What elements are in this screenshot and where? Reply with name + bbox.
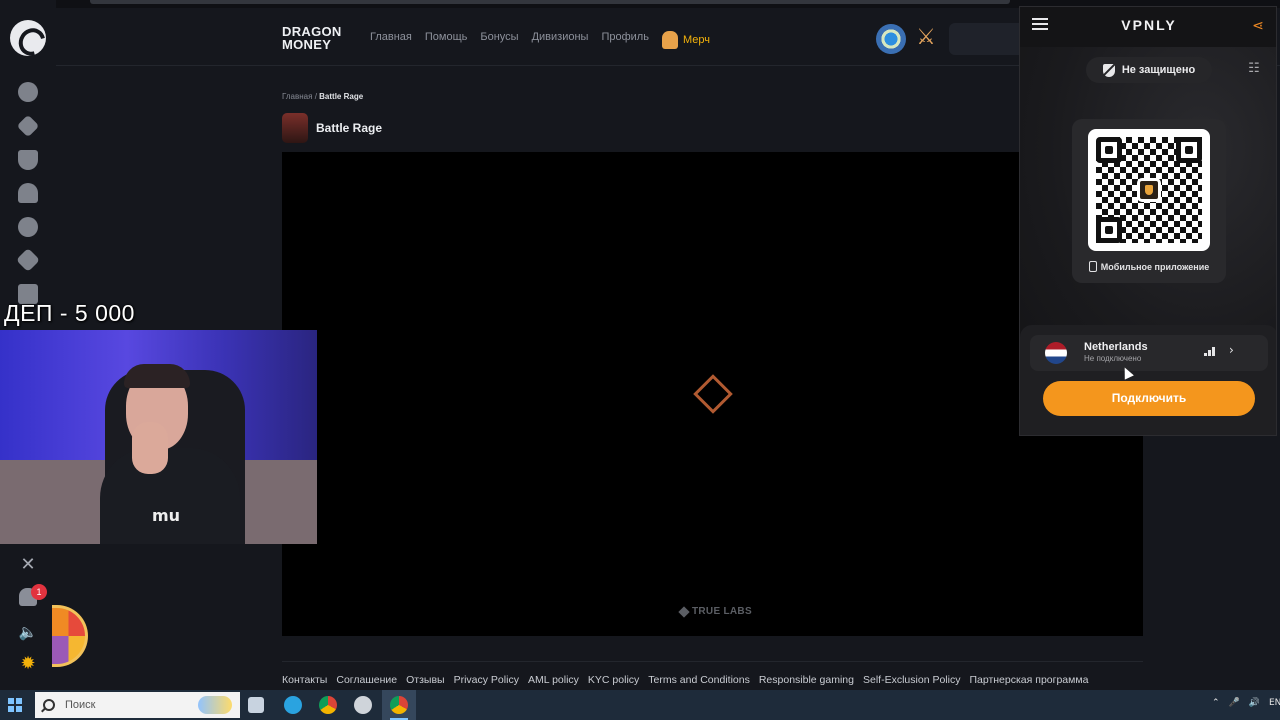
x-social-icon[interactable]: ✕ <box>18 555 38 575</box>
footer-link-partner[interactable]: Партнерская программа <box>969 674 1088 686</box>
system-tray: ⌃ 🎤 🔊 ENG <box>1212 698 1280 708</box>
header-balance-box[interactable] <box>949 23 1029 55</box>
smile-icon[interactable] <box>18 82 38 102</box>
footer-link-responsible[interactable]: Responsible gaming <box>759 674 854 686</box>
vpn-status-text: Не защищено <box>1121 64 1196 76</box>
game-header: Battle Rage <box>282 113 382 143</box>
screen: ✕ 1 🔈 ✹ DRAGON MONEY Главная Помощь Бону… <box>0 0 1280 720</box>
search-icon <box>43 699 55 711</box>
country-name: Netherlands <box>1084 341 1148 353</box>
nav-divisions[interactable]: Дивизионы <box>532 31 589 49</box>
rocket-icon[interactable] <box>15 247 41 273</box>
qr-finder-top-right <box>1176 137 1202 163</box>
lightning-level-icon[interactable] <box>876 24 906 54</box>
nav-bonuses[interactable]: Бонусы <box>480 31 518 49</box>
footer-link-privacy[interactable]: Privacy Policy <box>454 674 519 686</box>
phone-icon <box>1088 261 1097 272</box>
nav-home[interactable]: Главная <box>370 31 412 49</box>
provider-logo: TRUE LABS <box>678 605 752 618</box>
nav-help[interactable]: Помощь <box>425 31 468 49</box>
footer-link-reviews[interactable]: Отзывы <box>406 674 444 686</box>
netherlands-flag-icon <box>1045 342 1067 364</box>
game-frame[interactable]: TRUE LABS <box>282 152 1143 636</box>
breadcrumb: Главная / Battle Rage <box>282 92 363 101</box>
footer-link-terms[interactable]: Terms and Conditions <box>648 674 750 686</box>
speaker-icon[interactable]: 🔈 <box>18 622 38 642</box>
sun-icon[interactable]: ✹ <box>18 654 38 674</box>
deposit-overlay-label: ДЕП - 5 000 <box>4 300 135 326</box>
chevron-right-icon[interactable]: › <box>1229 343 1234 357</box>
vpn-extension-popup: VPNLY ⋖ Не защищено ☷ Мобильное приложен… <box>1019 6 1277 436</box>
volume-icon[interactable]: 🔊 <box>1249 698 1260 708</box>
qr-center-logo-icon <box>1137 178 1161 202</box>
notification-badge: 1 <box>31 584 47 600</box>
person-icon[interactable] <box>18 183 38 203</box>
brand-logo[interactable]: DRAGON MONEY <box>282 25 352 51</box>
breadcrumb-home[interactable]: Главная <box>282 92 312 101</box>
tray-chevron-up-icon[interactable]: ⌃ <box>1212 698 1220 708</box>
qr-caption: Мобильное приложение <box>1072 261 1226 272</box>
crossed-swords-icon[interactable]: ⚔ <box>912 24 940 52</box>
game-thumbnail <box>282 113 308 143</box>
telegram-icon[interactable] <box>284 696 302 714</box>
brand-line-2: MONEY <box>282 37 332 52</box>
breadcrumb-separator: / <box>314 92 317 101</box>
windows-taskbar: Поиск ⌃ 🎤 🔊 ENG <box>0 690 1280 720</box>
qr-finder-bottom-left <box>1096 217 1122 243</box>
connect-button[interactable]: Подключить <box>1043 381 1255 416</box>
share-icon[interactable]: ⋖ <box>1249 17 1267 35</box>
trophy-icon[interactable] <box>18 150 38 170</box>
main-nav: Главная Помощь Бонусы Дивизионы Профиль … <box>370 31 710 49</box>
footer-link-self-exclusion[interactable]: Self-Exclusion Policy <box>863 674 960 686</box>
shield-off-icon <box>1102 63 1115 77</box>
signal-strength-icon <box>1204 346 1216 356</box>
obs-icon[interactable] <box>354 696 372 714</box>
chrome-icon[interactable] <box>319 696 337 714</box>
windows-start-icon[interactable] <box>8 698 22 712</box>
chrome-active-icon[interactable] <box>390 696 408 714</box>
qr-code <box>1088 129 1210 251</box>
footer-link-contacts[interactable]: Контакты <box>282 674 327 686</box>
lightning-icon[interactable] <box>16 114 40 138</box>
nav-merch-label: Мерч <box>682 34 710 46</box>
footer-link-aml[interactable]: AML policy <box>528 674 579 686</box>
footer-link-kyc[interactable]: KYC policy <box>588 674 639 686</box>
vpn-title: VPNLY <box>1121 17 1177 33</box>
game-title: Battle Rage <box>316 121 383 135</box>
hoodie-icon <box>661 31 678 49</box>
horizontal-scrollbar[interactable] <box>90 0 1010 4</box>
nav-profile[interactable]: Профиль <box>601 31 649 49</box>
webcam-person-hair <box>124 364 190 388</box>
webcam-person-hand <box>132 422 168 474</box>
footer-divider <box>282 661 1143 662</box>
breadcrumb-current: Battle Rage <box>319 92 364 101</box>
footer-link-agreement[interactable]: Соглашение <box>336 674 397 686</box>
taskbar-search-placeholder: Поиск <box>65 699 96 711</box>
task-view-icon[interactable] <box>248 697 264 713</box>
language-indicator[interactable]: ENG <box>1269 698 1280 708</box>
nav-merch[interactable]: Мерч <box>661 31 710 49</box>
site-logo-icon[interactable] <box>10 20 46 56</box>
taskbar-search[interactable]: Поиск <box>35 692 240 718</box>
vpn-status-pill: Не защищено <box>1086 57 1212 83</box>
fortune-wheel-icon[interactable] <box>52 605 88 667</box>
country-connection-status: Не подключено <box>1084 354 1142 363</box>
qr-card[interactable]: Мобильное приложение <box>1072 119 1226 283</box>
footer-links: Контакты Соглашение Отзывы Privacy Polic… <box>282 674 1088 686</box>
qr-pattern <box>1096 137 1202 243</box>
qr-caption-text: Мобильное приложение <box>1100 261 1210 272</box>
webcam-overlay: mu <box>0 330 317 544</box>
bomb-icon[interactable] <box>18 217 38 237</box>
webcam-person-body <box>100 448 240 544</box>
search-highlight-icon <box>198 696 232 714</box>
loading-diamond-icon <box>693 374 733 414</box>
qr-finder-top-left <box>1096 137 1122 163</box>
microphone-icon[interactable]: 🎤 <box>1229 698 1240 708</box>
settings-list-icon[interactable]: ☷ <box>1246 61 1262 77</box>
provider-diamond-icon <box>678 605 690 618</box>
provider-name: TRUE LABS <box>692 606 752 617</box>
webcam-shirt-logo: mu <box>152 506 181 525</box>
